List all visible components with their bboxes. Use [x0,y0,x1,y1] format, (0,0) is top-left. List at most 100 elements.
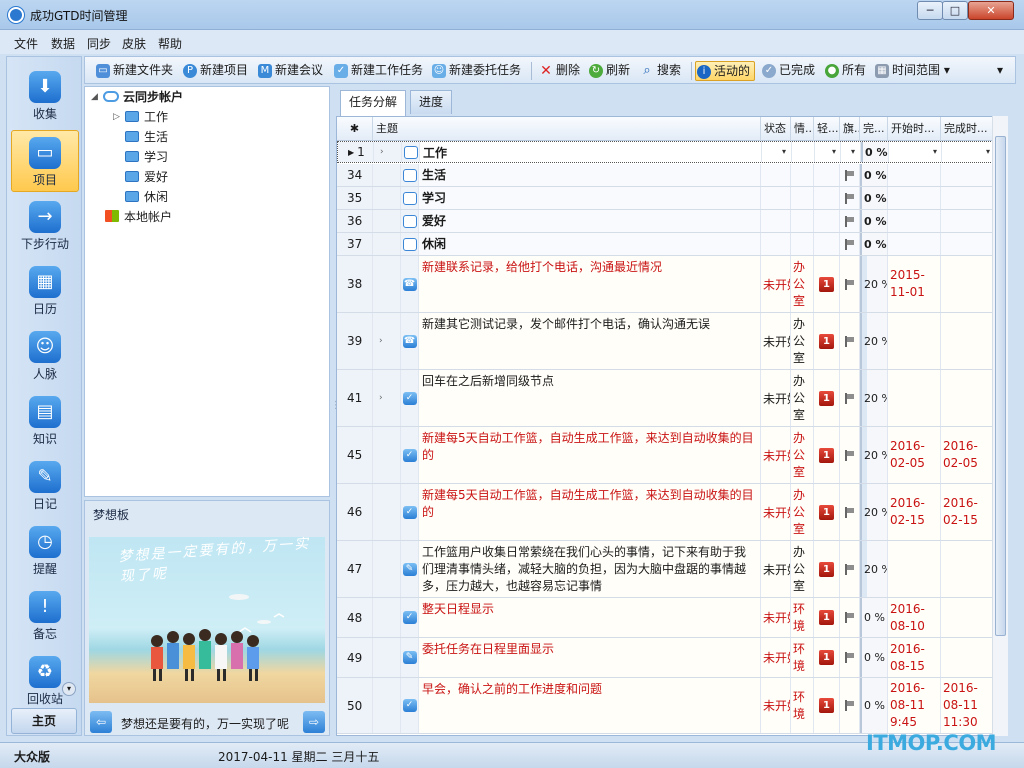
column-header-row-indicator[interactable]: ✱ [337,117,373,141]
task-subject[interactable]: 生活 [419,164,761,186]
task-start-time[interactable] [888,370,941,426]
task-flag[interactable] [840,210,860,232]
tree-node-local-account[interactable]: 本地帐户 [105,208,172,226]
task-done[interactable]: 0 % [860,233,888,255]
task-priority[interactable] [814,210,840,232]
task-status[interactable]: 未开始 [761,427,791,483]
task-end-time[interactable] [941,541,994,597]
table-row[interactable]: 38 ☎新建联系记录，给他打个电话，沟通最近情况未开始办公室 1 20 %2015-1… [337,256,1007,313]
task-end-time[interactable]: 2016-02-15 [941,484,994,540]
table-row[interactable]: 34 生活 0 % [337,164,1007,187]
task-start-time[interactable] [888,233,941,255]
task-subject[interactable]: 新建其它测试记录，发个邮件打个电话，确认沟通无误 [419,313,761,369]
nav-memo[interactable]: ! 备忘 [11,585,79,647]
task-status[interactable]: 未开始 [761,256,791,312]
new-folder-button[interactable]: ▭ 新建文件夹 [95,61,173,81]
menu-file[interactable]: 文件 [14,35,38,52]
task-flag[interactable] [840,370,860,426]
table-row[interactable]: 36 爱好 0 % [337,210,1007,233]
nav-diary[interactable]: ✎ 日记 [11,455,79,517]
chevron-down-icon[interactable]: ▾ [847,145,859,159]
task-start-time[interactable]: 2016-02-15 [888,484,941,540]
task-end-time[interactable]: 2016-08-11 11:30 [941,678,994,733]
dream-prev-button[interactable]: ⇦ [90,711,112,733]
task-end-time[interactable] [941,233,994,255]
task-flag[interactable] [840,598,860,637]
refresh-button[interactable]: ↻ 刷新 [588,61,630,81]
table-row[interactable]: 49 ✎委托任务在日程里面显示未开始环境 1 0 %2016-08-15 [337,638,1007,678]
tab-task-breakdown[interactable]: 任务分解 [340,90,407,116]
task-start-time[interactable] [888,164,941,186]
task-flag[interactable] [840,256,860,312]
task-done[interactable]: 20 % [860,370,888,426]
done-filter[interactable]: 0 % [861,142,889,162]
tree-node-work[interactable]: ▷ 工作 [113,108,168,126]
task-priority[interactable]: 1 [814,484,840,540]
task-priority[interactable] [814,187,840,209]
menu-help[interactable]: 帮助 [158,35,182,52]
tree-node-cloud-account[interactable]: ◢ 云同步帐户 [91,88,183,106]
task-flag[interactable] [840,484,860,540]
table-row[interactable]: 35 学习 0 % [337,187,1007,210]
column-header-flag[interactable]: 旗... [840,117,860,141]
expand-arrow-icon[interactable]: › [373,313,401,369]
task-priority[interactable]: 1 [814,541,840,597]
tree-node-life[interactable]: 生活 [125,128,168,146]
task-end-time[interactable] [941,370,994,426]
task-context[interactable]: 办公室 [791,370,814,426]
task-end-time[interactable]: 2016-02-05 [941,427,994,483]
task-subject[interactable]: 休闲 [419,233,761,255]
task-end-time[interactable] [941,598,994,637]
task-context[interactable] [791,233,814,255]
table-row[interactable]: 39›☎新建其它测试记录，发个邮件打个电话，确认沟通无误未开始办公室 1 20 % [337,313,1007,370]
task-done[interactable]: 0 % [860,598,888,637]
task-context[interactable]: 环境 [791,638,814,677]
task-flag[interactable] [840,427,860,483]
task-context[interactable] [791,210,814,232]
task-priority[interactable] [814,233,840,255]
task-done[interactable]: 20 % [860,541,888,597]
column-header-status[interactable]: 状态 [761,117,791,141]
table-row[interactable]: 48 ✓整天日程显示未开始环境 1 0 %2016-08-10 [337,598,1007,638]
delete-button[interactable]: ✕ 删除 [538,61,580,81]
nav-projects[interactable]: ▭ 项目 [11,130,79,192]
task-flag[interactable] [840,233,860,255]
chevron-down-icon[interactable]: ▾ [778,145,790,159]
tree-node-study[interactable]: 学习 [125,148,168,166]
task-context[interactable] [791,164,814,186]
new-project-button[interactable]: P 新建项目 [182,61,248,81]
task-priority[interactable]: 1 [814,427,840,483]
task-priority[interactable]: 1 [814,678,840,733]
task-done[interactable]: 20 % [860,256,888,312]
task-flag[interactable] [840,164,860,186]
column-header-done[interactable]: 完... [860,117,888,141]
task-start-time[interactable]: 2015-11-01 [888,256,941,312]
task-subject[interactable]: 新建联系记录，给他打个电话，沟通最近情况 [419,256,761,312]
end-filter[interactable]: ▾ [942,142,995,162]
task-status[interactable] [761,164,791,186]
grid-scrollbar[interactable] [992,116,1008,736]
task-context[interactable]: 环境 [791,678,814,733]
panel-splitter[interactable]: ⋮ [331,400,341,420]
task-subject[interactable]: 新建每5天自动工作篮，自动生成工作篮，来达到自动收集的目的 [419,484,761,540]
task-flag[interactable] [840,678,860,733]
task-priority[interactable]: 1 [814,638,840,677]
task-status[interactable]: 未开始 [761,541,791,597]
task-priority[interactable]: 1 [814,598,840,637]
tree-node-hobby[interactable]: 爱好 [125,168,168,186]
flag-filter[interactable]: ▾ [841,142,861,162]
table-row[interactable]: 41›✓回车在之后新增同级节点未开始办公室 1 20 % [337,370,1007,427]
task-status[interactable]: 未开始 [761,370,791,426]
task-end-time[interactable] [941,164,994,186]
task-status[interactable]: 未开始 [761,638,791,677]
task-context[interactable]: 办公室 [791,313,814,369]
filter-active-button[interactable]: i 活动的 [695,61,756,81]
task-context[interactable]: 办公室 [791,541,814,597]
context-filter[interactable] [792,142,815,162]
table-row[interactable]: 37 休闲 0 % [337,233,1007,256]
toolbar-overflow-button[interactable]: ▾ [997,61,1003,81]
minimize-button[interactable]: ─ [917,1,943,20]
task-done[interactable]: 0 % [860,164,888,186]
task-start-time[interactable]: 2016-08-10 [888,598,941,637]
column-header-subject[interactable]: 主题 [373,117,761,141]
